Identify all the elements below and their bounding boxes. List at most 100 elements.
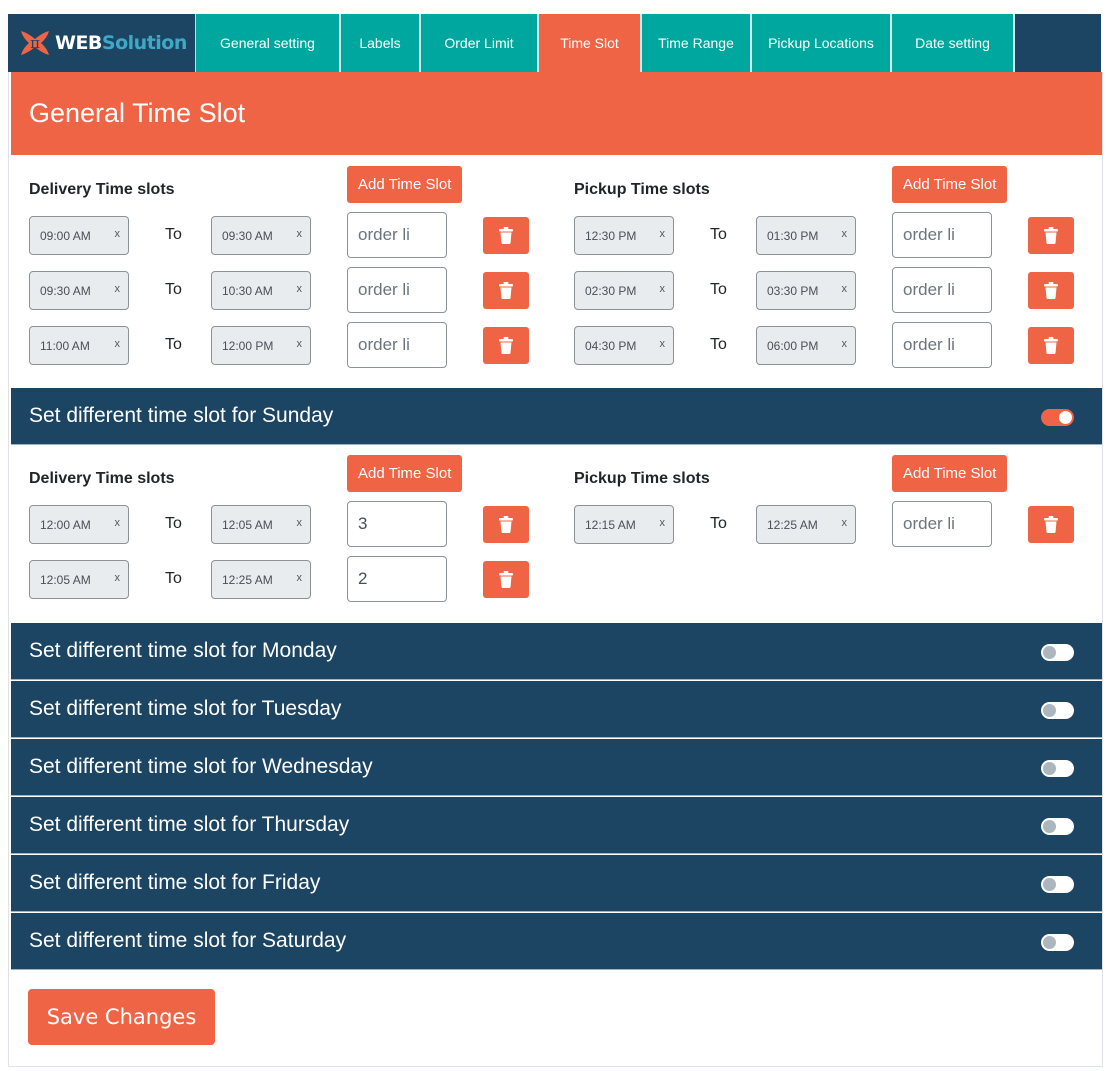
- order-limit-input[interactable]: [347, 501, 447, 547]
- to-time-value: 12:05 AM: [222, 517, 273, 532]
- to-label: To: [710, 281, 727, 298]
- tab-pickup-locations[interactable]: Pickup Locations: [752, 14, 892, 72]
- to-time-field[interactable]: 12:00 PM x: [211, 326, 311, 365]
- trash-icon: [1044, 227, 1058, 244]
- order-limit-input[interactable]: [892, 212, 992, 258]
- order-limit-input[interactable]: [347, 267, 447, 313]
- tuesday-toggle[interactable]: [1041, 702, 1074, 719]
- clear-to-time-button[interactable]: x: [297, 517, 303, 529]
- to-time-value: 01:30 PM: [767, 228, 819, 243]
- logo-solution: Solution: [101, 32, 187, 54]
- to-time-field[interactable]: 09:30 AM x: [211, 216, 311, 255]
- clear-from-time-button[interactable]: x: [115, 517, 121, 529]
- clear-from-time-button[interactable]: x: [115, 283, 121, 295]
- tab-time-range[interactable]: Time Range: [642, 14, 752, 72]
- tab-labels[interactable]: Labels: [341, 14, 421, 72]
- from-time-field[interactable]: 12:30 PM x: [574, 216, 674, 255]
- sunday-pickup-add-button[interactable]: Add Time Slot: [892, 455, 1008, 492]
- delete-slot-button[interactable]: [483, 217, 529, 254]
- from-time-field[interactable]: 11:00 AM x: [29, 326, 129, 365]
- clear-from-time-button[interactable]: x: [115, 572, 121, 584]
- save-changes-button[interactable]: Save Changes: [28, 989, 215, 1045]
- delete-slot-button[interactable]: [1028, 217, 1074, 254]
- general-pickup-add-button[interactable]: Add Time Slot: [892, 166, 1008, 203]
- clear-from-time-button[interactable]: x: [660, 338, 666, 350]
- toggle-knob: [1043, 820, 1056, 833]
- to-time-field[interactable]: 12:05 AM x: [211, 505, 311, 544]
- to-time-field[interactable]: 10:30 AM x: [211, 271, 311, 310]
- to-label: To: [165, 515, 182, 532]
- monday-toggle[interactable]: [1041, 644, 1074, 661]
- clear-to-time-button[interactable]: x: [842, 283, 848, 295]
- to-label: To: [710, 515, 727, 532]
- toggle-knob: [1059, 411, 1072, 424]
- sunday-delivery-add-button[interactable]: Add Time Slot: [347, 455, 463, 492]
- toggle-knob: [1043, 646, 1056, 659]
- order-limit-input[interactable]: [892, 267, 992, 313]
- to-time-field[interactable]: 12:25 AM x: [211, 560, 311, 599]
- thursday-toggle[interactable]: [1041, 818, 1074, 835]
- from-time-field[interactable]: 12:15 AM x: [574, 505, 674, 544]
- delete-slot-button[interactable]: [483, 506, 529, 543]
- sunday-delivery-title: Delivery Time slots: [29, 470, 175, 487]
- clear-to-time-button[interactable]: x: [297, 572, 303, 584]
- friday-toggle[interactable]: [1041, 876, 1074, 893]
- from-time-field[interactable]: 09:30 AM x: [29, 271, 129, 310]
- general-delivery-add-button[interactable]: Add Time Slot: [347, 166, 463, 203]
- wednesday-toggle[interactable]: [1041, 760, 1074, 777]
- order-limit-input[interactable]: [347, 212, 447, 258]
- to-label: To: [165, 226, 182, 243]
- to-label: To: [710, 226, 727, 243]
- day-bar-label: Set different time slot for Wednesday: [29, 755, 373, 778]
- to-time-field[interactable]: 06:00 PM x: [756, 326, 856, 365]
- from-time-field[interactable]: 09:00 AM x: [29, 216, 129, 255]
- from-time-value: 12:00 AM: [40, 517, 91, 532]
- toggle-knob: [1043, 936, 1056, 949]
- tab-order-limit[interactable]: Order Limit: [421, 14, 539, 72]
- delete-slot-button[interactable]: [483, 561, 529, 598]
- tab-time-slot[interactable]: Time Slot: [539, 14, 642, 72]
- delete-slot-button[interactable]: [1028, 506, 1074, 543]
- saturday-toggle[interactable]: [1041, 934, 1074, 951]
- tab-date-setting[interactable]: Date setting: [892, 14, 1015, 72]
- time-slot-panel: General Time Slot Delivery Time slots Ad…: [8, 72, 1103, 1067]
- delete-slot-button[interactable]: [1028, 327, 1074, 364]
- clear-to-time-button[interactable]: x: [297, 283, 303, 295]
- day-bar-label: Set different time slot for Saturday: [29, 929, 347, 952]
- clear-from-time-button[interactable]: x: [660, 517, 666, 529]
- clear-from-time-button[interactable]: x: [115, 228, 121, 240]
- logo[interactable]: π WEBSolution: [8, 14, 196, 72]
- clear-to-time-button[interactable]: x: [297, 338, 303, 350]
- tab-general-setting[interactable]: General setting: [196, 14, 341, 72]
- to-time-value: 12:25 AM: [767, 517, 818, 532]
- order-limit-input[interactable]: [347, 556, 447, 602]
- order-limit-input[interactable]: [892, 501, 992, 547]
- from-time-value: 11:00 AM: [40, 338, 90, 353]
- clear-from-time-button[interactable]: x: [660, 228, 666, 240]
- to-time-field[interactable]: 12:25 AM x: [756, 505, 856, 544]
- clear-to-time-button[interactable]: x: [842, 338, 848, 350]
- delete-slot-button[interactable]: [483, 272, 529, 309]
- section-title: General Time Slot: [11, 72, 1102, 155]
- order-limit-input[interactable]: [347, 322, 447, 368]
- from-time-field[interactable]: 12:05 AM x: [29, 560, 129, 599]
- from-time-value: 09:00 AM: [40, 228, 91, 243]
- to-time-field[interactable]: 01:30 PM x: [756, 216, 856, 255]
- order-limit-input[interactable]: [892, 322, 992, 368]
- to-label: To: [165, 336, 182, 353]
- top-nav: π WEBSolution General setting Labels Ord…: [8, 14, 1101, 72]
- to-time-field[interactable]: 03:30 PM x: [756, 271, 856, 310]
- from-time-field[interactable]: 12:00 AM x: [29, 505, 129, 544]
- clear-to-time-button[interactable]: x: [842, 517, 848, 529]
- from-time-field[interactable]: 04:30 PM x: [574, 326, 674, 365]
- day-bar-friday: Set different time slot for Friday: [11, 855, 1102, 912]
- clear-to-time-button[interactable]: x: [842, 228, 848, 240]
- clear-from-time-button[interactable]: x: [115, 338, 121, 350]
- delete-slot-button[interactable]: [483, 327, 529, 364]
- sunday-toggle[interactable]: [1041, 409, 1074, 426]
- from-time-field[interactable]: 02:30 PM x: [574, 271, 674, 310]
- to-time-value: 06:00 PM: [767, 338, 819, 353]
- clear-to-time-button[interactable]: x: [297, 228, 303, 240]
- delete-slot-button[interactable]: [1028, 272, 1074, 309]
- clear-from-time-button[interactable]: x: [660, 283, 666, 295]
